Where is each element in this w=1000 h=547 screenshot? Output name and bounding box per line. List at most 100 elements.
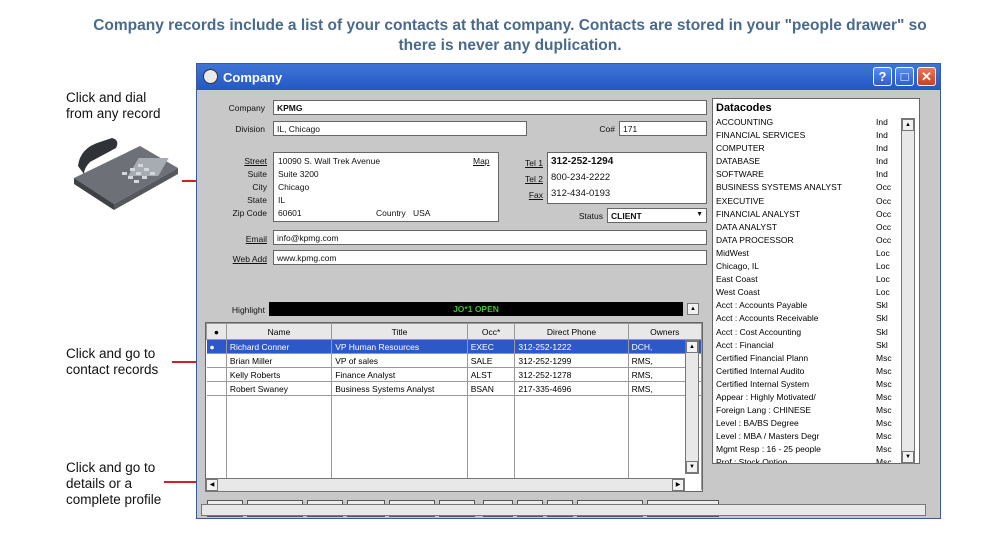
table-row[interactable]: Brian Miller VP of sales SALE 312-252-12… xyxy=(206,353,702,368)
datacode-item[interactable]: Acct : Accounts Payable Skl xyxy=(713,299,919,312)
title-bar[interactable]: Company ? □ ✕ xyxy=(197,64,940,90)
fax-value[interactable]: 312-434-0193 xyxy=(551,188,610,199)
datacode-item[interactable]: SOFTWARE Ind xyxy=(713,168,919,181)
datacode-item[interactable]: FINANCIAL SERVICES Ind xyxy=(713,129,919,142)
web-field[interactable]: www.kpmg.com xyxy=(273,250,707,265)
col-header-title[interactable]: Title xyxy=(331,323,468,340)
highlight-bar[interactable]: JO*1 OPEN xyxy=(269,302,683,316)
window-bottom-scrollbar[interactable] xyxy=(201,504,926,516)
close-button[interactable]: ✕ xyxy=(917,67,936,86)
col-header-phone[interactable]: Direct Phone xyxy=(514,323,629,340)
datacode-item[interactable]: Certified Internal System Msc xyxy=(713,378,919,391)
contacts-hscroll[interactable]: ◀ ▶ xyxy=(205,478,685,492)
tel1-label[interactable]: Tel 1 xyxy=(505,158,543,168)
row-mark: ● xyxy=(206,339,227,354)
datacode-type: Ind xyxy=(876,169,888,180)
map-link[interactable]: Map xyxy=(473,156,490,166)
company-field[interactable]: KPMG xyxy=(273,100,707,115)
country-value[interactable]: USA xyxy=(413,208,430,218)
col-header-owners[interactable]: Owners xyxy=(627,323,702,340)
contact-name[interactable]: Kelly Roberts xyxy=(226,367,333,382)
datacode-item[interactable]: Certified Financial Plann Msc xyxy=(713,352,919,365)
datacode-type: Loc xyxy=(876,274,890,285)
datacode-item[interactable]: DATA ANALYST Occ xyxy=(713,221,919,234)
table-row[interactable]: ● Richard Conner VP Human Resources EXEC… xyxy=(206,339,702,354)
state-label: State xyxy=(247,195,267,205)
scroll-up-icon[interactable]: ▲ xyxy=(902,119,914,131)
co-number-field[interactable]: 171 xyxy=(619,121,707,136)
datacode-item[interactable]: East Coast Loc xyxy=(713,273,919,286)
scroll-up-icon[interactable]: ▲ xyxy=(686,341,698,353)
datacode-item[interactable]: ACCOUNTING Ind xyxy=(713,116,919,129)
zip-value[interactable]: 60601 xyxy=(278,208,302,218)
datacode-item[interactable]: Acct : Accounts Receivable Skl xyxy=(713,312,919,325)
maximize-button[interactable]: □ xyxy=(895,67,914,86)
datacode-type: Msc xyxy=(876,444,892,455)
col-header-mark[interactable]: ● xyxy=(206,323,227,340)
datacode-type: Msc xyxy=(876,405,892,416)
help-button[interactable]: ? xyxy=(873,67,892,86)
contact-phone[interactable]: 312-252-1299 xyxy=(514,353,629,368)
division-field[interactable]: IL, Chicago xyxy=(273,121,527,136)
suite-value[interactable]: Suite 3200 xyxy=(278,169,319,179)
col-header-occ[interactable]: Occ* xyxy=(466,323,516,340)
fax-label[interactable]: Fax xyxy=(505,190,543,200)
datacode-type: Msc xyxy=(876,457,892,464)
datacode-type: Msc xyxy=(876,365,892,376)
datacode-name: Certified Internal System xyxy=(716,378,810,389)
datacode-item[interactable]: Foreign Lang : CHINESE Msc xyxy=(713,404,919,417)
scroll-right-icon[interactable]: ▶ xyxy=(672,479,684,491)
datacode-name: EXECUTIVE xyxy=(716,195,765,206)
company-label: Company xyxy=(228,103,265,113)
datacode-item[interactable]: BUSINESS SYSTEMS ANALYST Occ xyxy=(713,181,919,194)
email-field[interactable]: info@kpmg.com xyxy=(273,230,707,245)
datacode-item[interactable]: Mgmt Resp : 16 - 25 people Msc xyxy=(713,443,919,456)
tel2-label[interactable]: Tel 2 xyxy=(505,174,543,184)
datacode-item[interactable]: Certified Internal Audito Msc xyxy=(713,365,919,378)
datacodes-vscroll[interactable]: ▲ ▼ xyxy=(901,118,915,464)
datacode-item[interactable]: EXECUTIVE Occ xyxy=(713,195,919,208)
datacode-item[interactable]: DATABASE Ind xyxy=(713,155,919,168)
col-header-name[interactable]: Name xyxy=(225,323,333,340)
table-row[interactable]: Kelly Roberts Finance Analyst ALST 312-2… xyxy=(206,367,702,382)
scroll-down-icon[interactable]: ▼ xyxy=(902,451,914,463)
contact-phone[interactable]: 312-252-1222 xyxy=(514,339,629,354)
caption-line-2: there is never any duplication. xyxy=(398,37,622,54)
email-label[interactable]: Email xyxy=(205,234,267,244)
street-label[interactable]: Street xyxy=(205,156,267,166)
datacode-name: Foreign Lang : CHINESE xyxy=(716,405,811,416)
datacode-item[interactable]: Prof : Stock Option Msc xyxy=(713,456,919,464)
contact-phone[interactable]: 312-252-1278 xyxy=(514,367,629,382)
chevron-down-icon: ▼ xyxy=(696,211,703,218)
datacode-item[interactable]: Acct : Cost Accounting Skl xyxy=(713,326,919,339)
datacode-item[interactable]: FINANCIAL ANALYST Occ xyxy=(713,208,919,221)
contacts-vscroll[interactable]: ▲ ▼ xyxy=(685,340,699,474)
datacode-item[interactable]: Appear : Highly Motivated/Msc xyxy=(713,391,919,404)
status-select[interactable]: CLIENT ▼ xyxy=(607,208,707,223)
datacode-item[interactable]: Level : MBA / Masters Degr Msc xyxy=(713,430,919,443)
scroll-left-icon[interactable]: ◀ xyxy=(206,479,218,491)
city-value[interactable]: Chicago xyxy=(278,182,309,192)
datacode-item[interactable]: Chicago, IL Loc xyxy=(713,260,919,273)
contact-title: Finance Analyst xyxy=(331,367,468,382)
contact-name[interactable]: Robert Swaney xyxy=(226,381,333,396)
datacode-item[interactable]: West Coast Loc xyxy=(713,286,919,299)
datacode-item[interactable]: COMPUTER Ind xyxy=(713,142,919,155)
caption: Company records include a list of your c… xyxy=(60,16,960,56)
datacode-item[interactable]: Acct : Financial Skl xyxy=(713,339,919,352)
datacode-name: Certified Financial Plann xyxy=(716,352,809,363)
state-value[interactable]: IL xyxy=(278,195,285,205)
contact-name[interactable]: Brian Miller xyxy=(226,353,333,368)
web-label[interactable]: Web Add xyxy=(205,254,267,264)
contact-phone[interactable]: 217-335-4696 xyxy=(514,381,629,396)
datacode-item[interactable]: DATA PROCESSOR Occ xyxy=(713,234,919,247)
street-value[interactable]: 10090 S. Wall Trek Avenue xyxy=(278,156,380,166)
contact-name[interactable]: Richard Conner xyxy=(226,339,333,354)
datacode-item[interactable]: Level : BA/BS Degree Msc xyxy=(713,417,919,430)
table-row[interactable]: Robert Swaney Business Systems Analyst B… xyxy=(206,381,702,396)
tel1-value[interactable]: 312-252-1294 xyxy=(551,156,613,167)
highlight-scroll-up-icon[interactable]: ▲ xyxy=(687,303,699,315)
datacode-item[interactable]: MidWest Loc xyxy=(713,247,919,260)
tel2-value[interactable]: 800-234-2222 xyxy=(551,172,610,183)
scroll-down-icon[interactable]: ▼ xyxy=(686,461,698,473)
